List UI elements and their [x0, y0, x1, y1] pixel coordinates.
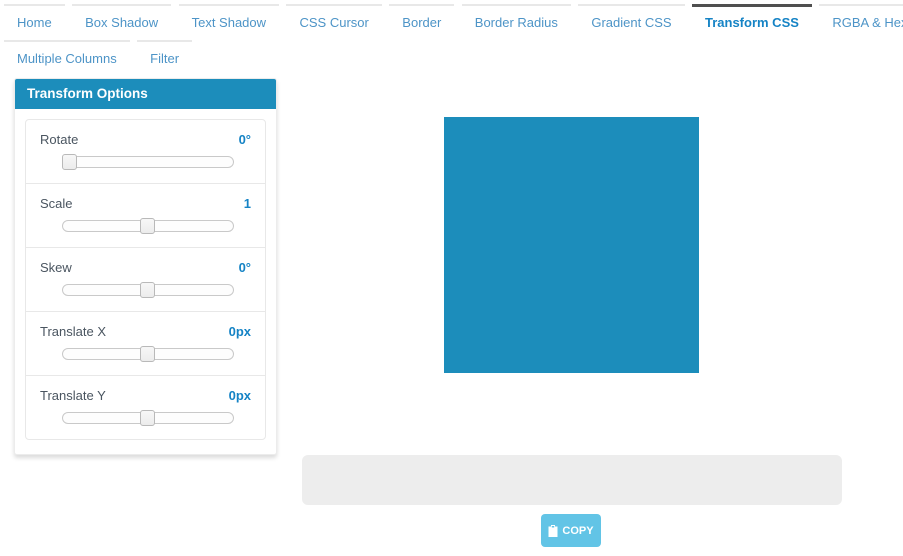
rotate-label: Rotate: [40, 132, 78, 147]
copy-button-label: COPY: [562, 525, 593, 537]
translate-x-slider-thumb[interactable]: [140, 346, 155, 362]
panel-title: Transform Options: [15, 79, 276, 109]
tab-transform-css[interactable]: Transform CSS: [692, 4, 812, 40]
translate-y-label: Translate Y: [40, 388, 106, 403]
css-output-textarea[interactable]: [302, 455, 842, 505]
scale-label: Scale: [40, 196, 73, 211]
scale-value: 1: [244, 196, 251, 211]
control-skew: Skew 0°: [26, 248, 265, 312]
translate-y-slider-thumb[interactable]: [140, 410, 155, 426]
scale-slider-thumb[interactable]: [140, 218, 155, 234]
tab-box-shadow[interactable]: Box Shadow: [72, 4, 171, 40]
skew-value: 0°: [239, 260, 251, 275]
tab-bar-row2: Multiple Columns Filter: [4, 40, 195, 76]
translate-x-value: 0px: [229, 324, 251, 339]
translate-x-slider[interactable]: [62, 348, 234, 360]
scale-slider[interactable]: [62, 220, 234, 232]
tab-bar: Home Box Shadow Text Shadow CSS Cursor B…: [4, 4, 903, 40]
transform-preview-square: [444, 117, 699, 373]
tab-text-shadow[interactable]: Text Shadow: [179, 4, 279, 40]
rotate-slider[interactable]: [62, 156, 234, 168]
control-list: Rotate 0° Scale 1: [25, 119, 266, 440]
tab-border[interactable]: Border: [389, 4, 454, 40]
tab-home[interactable]: Home: [4, 4, 65, 40]
control-scale: Scale 1: [26, 184, 265, 248]
transform-options-panel: Transform Options Rotate 0° Scale 1: [14, 78, 277, 455]
page: Home Box Shadow Text Shadow CSS Cursor B…: [0, 0, 903, 556]
tab-gradient-css[interactable]: Gradient CSS: [578, 4, 684, 40]
control-translate-y: Translate Y 0px: [26, 376, 265, 439]
tab-rgba-hex-color[interactable]: RGBA & Hex Color: [819, 4, 903, 40]
control-rotate: Rotate 0°: [26, 120, 265, 184]
translate-x-label: Translate X: [40, 324, 106, 339]
copy-button[interactable]: COPY: [541, 514, 601, 547]
tab-border-radius[interactable]: Border Radius: [462, 4, 571, 40]
skew-slider-thumb[interactable]: [140, 282, 155, 298]
panel-body: Rotate 0° Scale 1: [15, 109, 276, 454]
control-translate-x: Translate X 0px: [26, 312, 265, 376]
rotate-slider-thumb[interactable]: [62, 154, 77, 170]
translate-y-value: 0px: [229, 388, 251, 403]
rotate-value: 0°: [239, 132, 251, 147]
tab-css-cursor[interactable]: CSS Cursor: [286, 4, 381, 40]
skew-slider[interactable]: [62, 284, 234, 296]
clipboard-icon: [548, 525, 558, 537]
tab-multiple-columns[interactable]: Multiple Columns: [4, 40, 130, 76]
tab-filter[interactable]: Filter: [137, 40, 192, 76]
skew-label: Skew: [40, 260, 72, 275]
translate-y-slider[interactable]: [62, 412, 234, 424]
